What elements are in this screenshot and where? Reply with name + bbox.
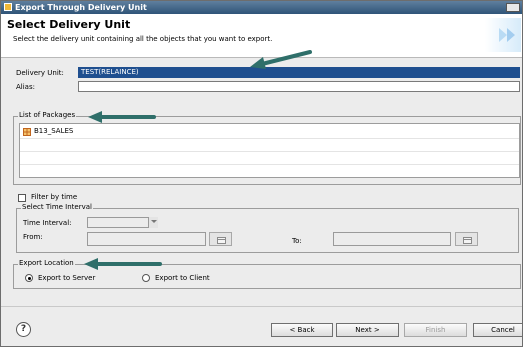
package-icon (23, 128, 31, 136)
time-interval-label: Time Interval: (23, 219, 72, 227)
window-control-button[interactable] (506, 3, 520, 12)
to-date-field[interactable] (333, 232, 451, 246)
chevron-down-icon (148, 217, 158, 228)
calendar-icon (217, 237, 226, 244)
annotation-arrow-icon (88, 111, 156, 123)
page-description: Select the delivery unit containing all … (13, 35, 273, 43)
window-title: Export Through Delivery Unit (15, 3, 147, 12)
time-interval-group-label: Select Time Interval (21, 203, 93, 211)
annotation-arrow-icon (84, 258, 162, 270)
footer-divider (1, 306, 522, 307)
next-button[interactable]: Next > (336, 323, 399, 337)
help-icon[interactable]: ? (16, 322, 31, 337)
packages-group: List of Packages B13_SALES (13, 111, 521, 185)
export-to-server-radio[interactable] (25, 274, 33, 282)
row-divider (20, 151, 519, 152)
export-banner-icon (499, 28, 515, 42)
filter-by-time-label: Filter by time (31, 193, 78, 201)
finish-button[interactable]: Finish (404, 323, 467, 337)
title-bar: Export Through Delivery Unit (1, 1, 522, 14)
app-icon (4, 3, 12, 11)
export-to-client-radio[interactable] (142, 274, 150, 282)
export-to-client-label: Export to Client (155, 274, 210, 282)
calendar-icon (463, 237, 472, 244)
from-date-field[interactable] (87, 232, 206, 246)
export-location-label: Export Location (18, 259, 75, 267)
combo-arrow-wrap (148, 217, 158, 228)
alias-field[interactable] (78, 81, 520, 92)
page-title: Select Delivery Unit (7, 18, 131, 31)
package-name: B13_SALES (34, 127, 74, 135)
export-to-server-label: Export to Server (38, 274, 96, 282)
wizard-banner-image (485, 18, 521, 52)
row-divider (20, 164, 519, 165)
from-date-picker-button[interactable] (209, 232, 232, 246)
time-interval-group: Select Time Interval (16, 203, 519, 253)
to-date-picker-button[interactable] (455, 232, 478, 246)
back-button[interactable]: < Back (271, 323, 333, 337)
filter-by-time-checkbox[interactable] (18, 194, 26, 202)
packages-group-label: List of Packages (18, 111, 77, 119)
alias-label: Alias: (16, 83, 35, 91)
packages-list[interactable]: B13_SALES (19, 123, 520, 178)
annotation-arrow-icon (250, 50, 312, 69)
delivery-unit-label: Delivery Unit: (16, 69, 64, 77)
row-divider (20, 138, 519, 139)
export-dialog: Export Through Delivery Unit Select Deli… (0, 0, 523, 347)
to-label: To: (292, 237, 302, 245)
cancel-button[interactable]: Cancel (473, 323, 522, 337)
from-label: From: (23, 233, 43, 241)
